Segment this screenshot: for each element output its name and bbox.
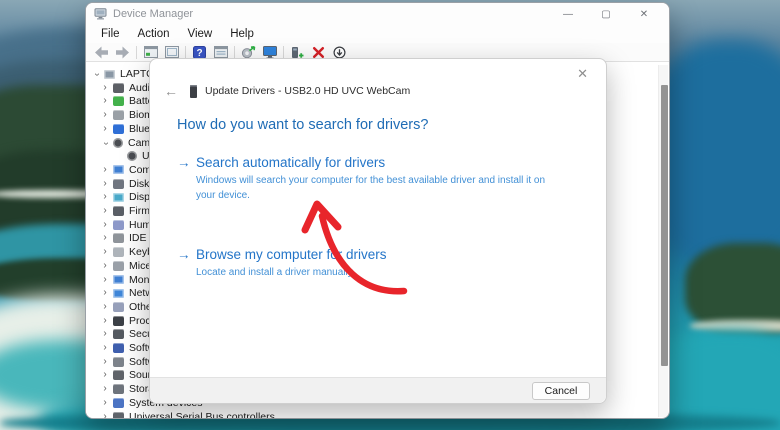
dialog-close-icon[interactable]: ✕ [573, 64, 592, 84]
chip-icon [113, 206, 124, 216]
chevron-collapsed-icon[interactable]: › [100, 356, 110, 367]
dialog-header: ← Update Drivers - USB2.0 HD UVC WebCam [164, 83, 410, 99]
svg-text:?: ? [196, 48, 202, 59]
storage-controller-icon [113, 384, 124, 395]
computer-icon [104, 69, 115, 79]
chevron-collapsed-icon[interactable]: › [100, 82, 110, 93]
usb-controller-icon [113, 411, 124, 418]
menu-view[interactable]: View [179, 28, 222, 40]
close-button[interactable]: ✕ [625, 3, 663, 25]
chevron-collapsed-icon[interactable]: › [100, 315, 110, 326]
security-device-icon [113, 329, 124, 340]
webcam-icon [127, 151, 137, 162]
chevron-collapsed-icon[interactable]: › [100, 206, 110, 216]
mouse-icon [113, 260, 124, 271]
back-arrow-icon[interactable] [91, 44, 112, 61]
software-device-icon [113, 356, 124, 367]
chevron-collapsed-icon[interactable]: › [100, 411, 110, 418]
chevron-collapsed-icon[interactable]: › [100, 288, 110, 298]
chevron-collapsed-icon[interactable]: › [100, 192, 110, 202]
dialog-footer: Cancel [150, 377, 606, 403]
dialog-back-icon[interactable]: ← [164, 83, 178, 99]
option-browse-computer[interactable]: → Browse my computer for drivers Locate … [177, 247, 387, 281]
menu-help[interactable]: Help [221, 28, 263, 40]
option-arrow-icon: → [177, 155, 191, 170]
window-controls: — ▢ ✕ [549, 3, 663, 25]
keyboard-icon [113, 247, 124, 258]
window-title: Device Manager [113, 8, 194, 20]
tree-scrollbar[interactable] [658, 65, 668, 417]
chevron-collapsed-icon[interactable]: › [100, 178, 110, 189]
option-description: Windows will search your computer for th… [196, 175, 546, 201]
chevron-collapsed-icon[interactable]: › [100, 96, 110, 106]
bluetooth-icon [113, 123, 124, 134]
chevron-collapsed-icon[interactable]: › [100, 164, 110, 175]
chevron-collapsed-icon[interactable]: › [100, 123, 110, 134]
monitor-icon [113, 165, 124, 175]
network-adapter-icon [113, 288, 124, 298]
menu-bar: File Action View Help [86, 25, 669, 43]
chevron-collapsed-icon[interactable]: › [100, 274, 110, 285]
chevron-expanded-icon[interactable]: › [92, 70, 103, 80]
chevron-collapsed-icon[interactable]: › [100, 247, 110, 257]
maximize-button[interactable]: ▢ [587, 3, 625, 25]
dialog-title: Update Drivers - USB2.0 HD UVC WebCam [205, 85, 411, 97]
scrollbar-thumb[interactable] [660, 85, 668, 366]
ide-controller-icon [113, 233, 124, 244]
minimize-button[interactable]: — [549, 3, 587, 25]
monitor-icon [113, 275, 124, 284]
chevron-collapsed-icon[interactable]: › [100, 397, 110, 408]
speaker-icon [113, 82, 124, 93]
chevron-expanded-icon[interactable]: › [101, 138, 112, 148]
option-description: Locate and install a driver manually. [196, 267, 355, 278]
chevron-collapsed-icon[interactable]: › [100, 329, 110, 339]
sound-controller-icon [113, 370, 124, 381]
toolbar-separator [283, 45, 284, 59]
cpu-icon [113, 315, 124, 326]
display-adapter-icon [113, 192, 124, 202]
chevron-collapsed-icon[interactable]: › [100, 260, 110, 271]
update-drivers-dialog: ✕ ← Update Drivers - USB2.0 HD UVC WebCa… [149, 58, 607, 404]
chevron-collapsed-icon[interactable]: › [100, 219, 110, 230]
menu-action[interactable]: Action [129, 28, 179, 40]
cancel-button[interactable]: Cancel [532, 382, 590, 400]
tree-item-label: Universal Serial Bus controllers [129, 410, 275, 419]
option-search-automatically[interactable]: → Search automatically for drivers Windo… [177, 155, 564, 203]
option-label[interactable]: Browse my computer for drivers [196, 247, 387, 262]
battery-icon [113, 96, 124, 107]
device-manager-icon [94, 8, 107, 20]
device-icon [190, 84, 197, 98]
fingerprint-icon [113, 110, 124, 121]
chevron-collapsed-icon[interactable]: › [100, 110, 110, 120]
tree-item-usb-controller[interactable]: › Universal Serial Bus controllers [86, 410, 657, 419]
menu-file[interactable]: File [92, 28, 129, 40]
chevron-collapsed-icon[interactable]: › [100, 384, 110, 394]
chevron-collapsed-icon[interactable]: › [100, 370, 110, 380]
software-component-icon [113, 343, 124, 353]
toolbar-separator [185, 45, 186, 59]
unknown-device-icon [113, 301, 124, 312]
dialog-heading: How do you want to search for drivers? [177, 117, 429, 133]
disk-drive-icon [113, 178, 124, 189]
hid-icon [113, 219, 124, 230]
option-arrow-icon: → [177, 247, 191, 262]
toolbar-separator [234, 45, 235, 59]
chevron-collapsed-icon[interactable]: › [100, 301, 110, 312]
toolbar-separator [136, 45, 137, 59]
chevron-collapsed-icon[interactable]: › [100, 233, 110, 243]
screenshot: Device Manager — ▢ ✕ File Action View Help … [0, 0, 780, 430]
forward-arrow-icon[interactable] [112, 44, 133, 61]
chevron-collapsed-icon[interactable]: › [100, 343, 110, 353]
webcam-icon [113, 137, 123, 148]
option-label[interactable]: Search automatically for drivers [196, 155, 564, 170]
title-bar[interactable]: Device Manager — ▢ ✕ [86, 3, 669, 25]
system-device-icon [113, 397, 124, 408]
